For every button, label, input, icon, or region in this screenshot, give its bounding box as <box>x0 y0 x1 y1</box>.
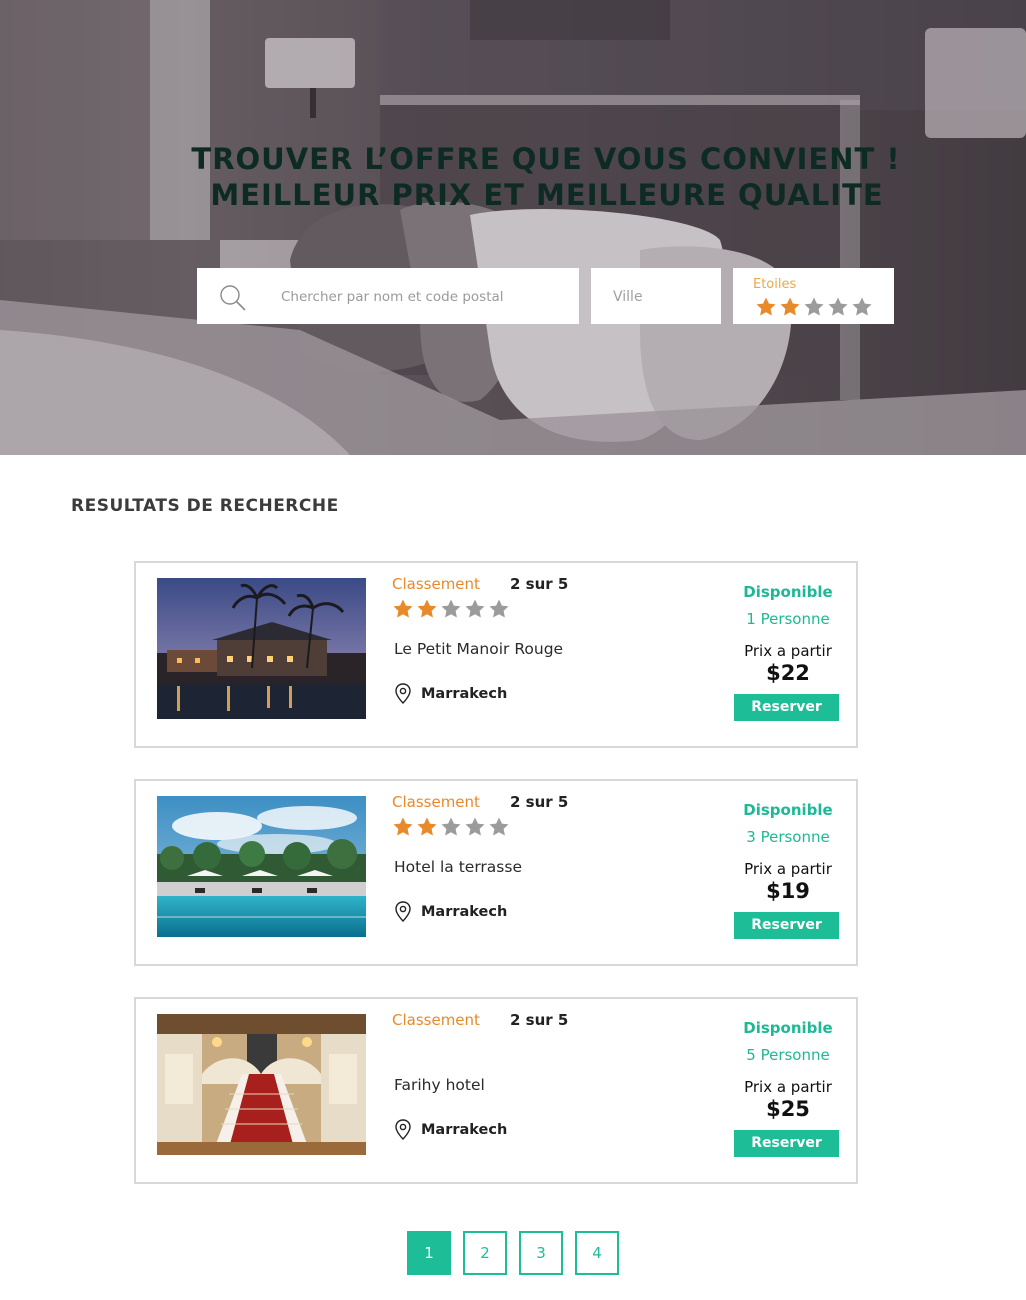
star-icon <box>488 816 510 838</box>
city-field[interactable] <box>591 268 721 324</box>
hotel-city: Marrakech <box>421 1122 508 1138</box>
hero-bedroom-photo <box>0 0 1026 455</box>
star-icon[interactable] <box>851 296 873 318</box>
page-button-1[interactable]: 1 <box>407 1231 451 1275</box>
star-icon[interactable] <box>827 296 849 318</box>
availability-status: Disponible <box>743 583 833 601</box>
star-icon[interactable] <box>779 296 801 318</box>
star-icon <box>464 598 486 620</box>
price-value: $19 <box>766 879 810 903</box>
search-field[interactable] <box>197 268 579 324</box>
hotel-photo[interactable] <box>157 1014 366 1155</box>
price-from-label: Prix a partir <box>744 860 832 878</box>
star-icon[interactable] <box>803 296 825 318</box>
hotel-photo[interactable] <box>157 796 366 937</box>
rating-stars <box>392 816 512 842</box>
star-icon <box>392 816 414 838</box>
star-icon <box>488 598 510 620</box>
star-icon <box>416 816 438 838</box>
search-input[interactable] <box>281 282 561 312</box>
city-input[interactable] <box>613 282 713 312</box>
results-title: RESULTATS DE RECHERCHE <box>71 496 339 516</box>
star-icon <box>440 598 462 620</box>
price-value: $22 <box>766 661 810 685</box>
hero-title-line-2: MEILLEUR PRIX ET MEILLEURE QUALITE <box>210 178 884 212</box>
hero-title: TROUVER L’OFFRE QUE VOUS CONVIENT ! MEIL… <box>0 141 1026 213</box>
price-from-label: Prix a partir <box>744 642 832 660</box>
hotel-photo[interactable] <box>157 578 366 719</box>
stars-filter-label: Etoiles <box>753 277 797 292</box>
hotel-name[interactable]: Le Petit Manoir Rouge <box>394 640 563 658</box>
star-icon <box>416 598 438 620</box>
reserve-button[interactable]: Reserver <box>734 912 839 939</box>
staircase-photo <box>157 1014 366 1155</box>
stars-filter-rating[interactable] <box>755 296 875 322</box>
map-pin-icon <box>394 1119 412 1141</box>
price-from-label: Prix a partir <box>744 1078 832 1096</box>
map-pin-icon <box>394 683 412 705</box>
persons-count: 1 Personne <box>746 610 830 628</box>
rank-label: Classement <box>392 793 480 811</box>
night-resort-photo <box>157 578 366 719</box>
page-button-3[interactable]: 3 <box>519 1231 563 1275</box>
stars-filter[interactable]: Etoiles <box>733 268 894 324</box>
availability-status: Disponible <box>743 801 833 819</box>
hotel-name[interactable]: Hotel la terrasse <box>394 858 522 876</box>
rank-label: Classement <box>392 1011 480 1029</box>
reserve-button[interactable]: Reserver <box>734 694 839 721</box>
availability-status: Disponible <box>743 1019 833 1037</box>
star-icon <box>440 816 462 838</box>
price-value: $25 <box>766 1097 810 1121</box>
rank-value: 2 sur 5 <box>510 1011 569 1029</box>
star-icon <box>392 598 414 620</box>
star-icon[interactable] <box>755 296 777 318</box>
page-button-4[interactable]: 4 <box>575 1231 619 1275</box>
rank-value: 2 sur 5 <box>510 575 569 593</box>
hotel-city: Marrakech <box>421 686 508 702</box>
search-icon <box>219 284 247 312</box>
persons-count: 3 Personne <box>746 828 830 846</box>
hero-banner: TROUVER L’OFFRE QUE VOUS CONVIENT ! MEIL… <box>0 0 1026 455</box>
hotel-card: Classement 2 sur 5 Farihy hotel Marrakec… <box>134 997 858 1184</box>
page-button-2[interactable]: 2 <box>463 1231 507 1275</box>
star-icon <box>464 816 486 838</box>
rating-stars <box>392 598 512 624</box>
hotel-city: Marrakech <box>421 904 508 920</box>
pool-photo <box>157 796 366 937</box>
map-pin-icon <box>394 901 412 923</box>
hotel-card: Classement 2 sur 5 Le Petit Manoir Rouge… <box>134 561 858 748</box>
hotel-card: Classement 2 sur 5 Hotel la terrasse Mar… <box>134 779 858 966</box>
reserve-button[interactable]: Reserver <box>734 1130 839 1157</box>
hotel-name[interactable]: Farihy hotel <box>394 1076 485 1094</box>
rank-label: Classement <box>392 575 480 593</box>
persons-count: 5 Personne <box>746 1046 830 1064</box>
rank-value: 2 sur 5 <box>510 793 569 811</box>
hero-title-line-1: TROUVER L’OFFRE QUE VOUS CONVIENT ! <box>191 142 901 176</box>
